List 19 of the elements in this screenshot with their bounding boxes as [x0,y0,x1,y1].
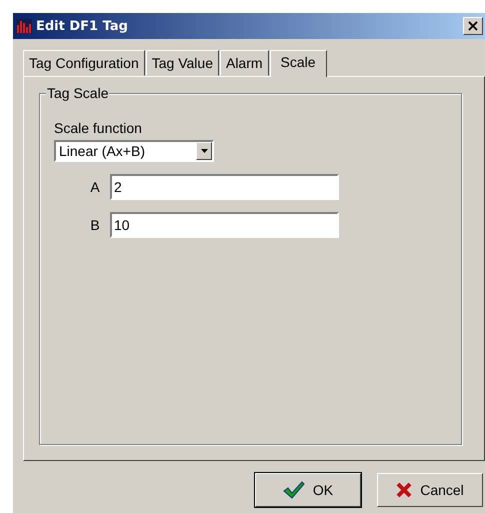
x-mark-icon [396,482,412,498]
text-field[interactable]: 2 [110,174,339,200]
caret-icon [200,149,208,153]
field-label: A [89,179,101,195]
checkmark-icon [282,481,305,499]
close-button[interactable]: × [463,17,483,35]
tab[interactable]: Tag Value [146,50,219,76]
scale-function-dropdown[interactable]: Linear (Ax+B) [54,140,214,162]
tab[interactable]: Tag Configuration [23,50,145,76]
text-field[interactable]: 10 [110,212,339,238]
field-label: B [89,217,101,233]
group-title: Tag Scale [46,85,110,101]
tab[interactable]: Alarm [220,50,269,76]
cancel-button[interactable]: Cancel [377,473,483,507]
window-title: Edit DF1 Tag [36,18,129,34]
tab[interactable]: Scale [270,50,327,77]
field-label: Scale function [54,120,143,136]
ok-button[interactable]: OK [255,473,361,507]
bar-chart-icon [16,19,32,33]
